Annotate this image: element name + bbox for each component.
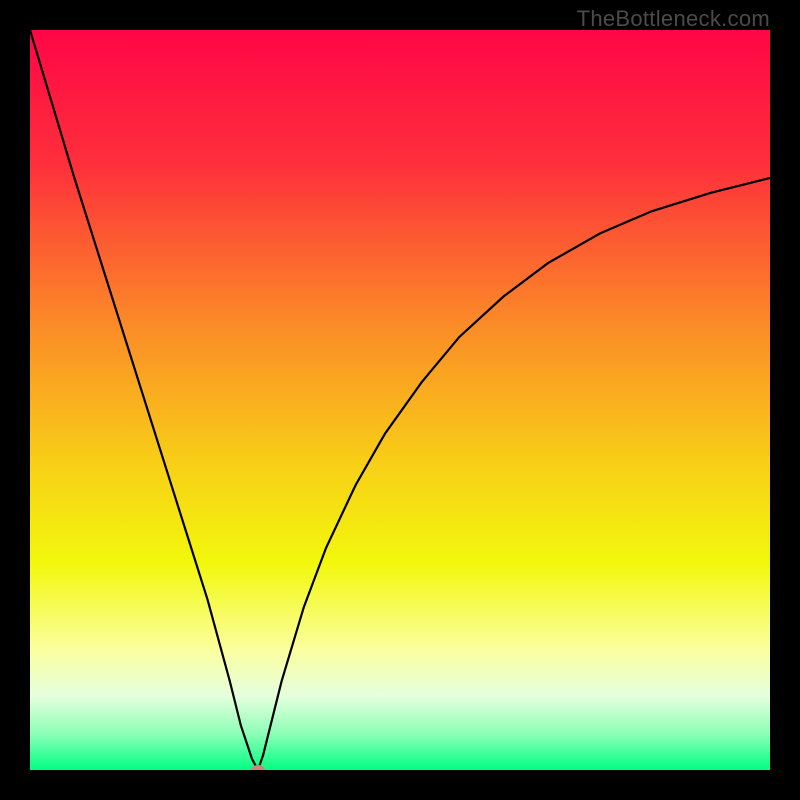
gradient-background	[30, 30, 770, 770]
chart-frame	[30, 30, 770, 770]
bottleneck-chart	[30, 30, 770, 770]
watermark-text: TheBottleneck.com	[577, 6, 770, 32]
